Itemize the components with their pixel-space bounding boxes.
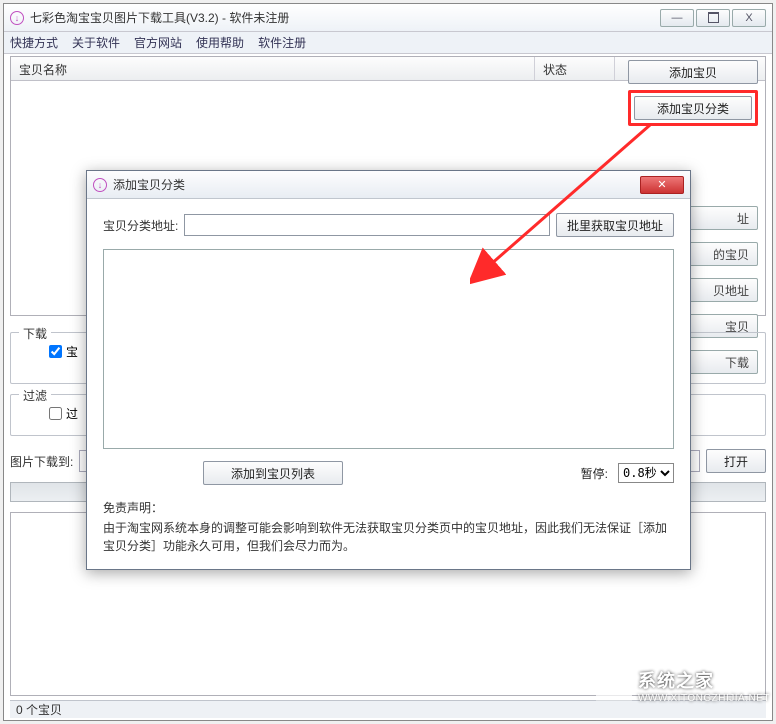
dialog-title: 添加宝贝分类 xyxy=(113,176,640,193)
url-label: 宝贝分类地址: xyxy=(103,217,178,234)
watermark-logo-icon xyxy=(596,671,632,701)
app-icon: ↓ xyxy=(10,11,24,25)
menu-shortcut[interactable]: 快捷方式 xyxy=(10,34,58,51)
sidebar-buttons: 添加宝贝 添加宝贝分类 xyxy=(628,60,758,126)
menu-register[interactable]: 软件注册 xyxy=(258,34,306,51)
dialog-icon: ↓ xyxy=(93,178,107,192)
watermark: 系统之家 WWW.XITONGZHIJIA.NET xyxy=(596,667,770,704)
dialog-close-button[interactable]: ✕ xyxy=(640,176,684,194)
add-to-list-button[interactable]: 添加到宝贝列表 xyxy=(203,461,343,485)
download-checkbox-input[interactable] xyxy=(49,345,62,358)
dialog-body: 宝贝分类地址: 批里获取宝贝地址 添加到宝贝列表 暂停: 0.8秒 免责声明： … xyxy=(87,199,690,569)
add-category-button[interactable]: 添加宝贝分类 xyxy=(634,96,752,120)
window-title: 七彩色淘宝宝贝图片下载工具(V3.2) - 软件未注册 xyxy=(30,9,660,26)
add-category-dialog: ↓ 添加宝贝分类 ✕ 宝贝分类地址: 批里获取宝贝地址 添加到宝贝列表 暂停: … xyxy=(86,170,691,570)
watermark-name: 系统之家 xyxy=(638,667,770,693)
pause-label: 暂停: xyxy=(581,465,608,482)
download-checkbox-label: 宝 xyxy=(66,343,78,360)
url-row: 宝贝分类地址: 批里获取宝贝地址 xyxy=(103,213,674,237)
action-row: 添加到宝贝列表 暂停: 0.8秒 xyxy=(103,461,674,485)
batch-fetch-button[interactable]: 批里获取宝贝地址 xyxy=(556,213,674,237)
disclaimer: 免责声明： 由于淘宝网系统本身的调整可能会影响到软件无法获取宝贝分类页中的宝贝地… xyxy=(103,499,674,555)
maximize-button[interactable] xyxy=(696,9,730,27)
open-button[interactable]: 打开 xyxy=(706,449,766,473)
titlebar: ↓ 七彩色淘宝宝贝图片下载工具(V3.2) - 软件未注册 — X xyxy=(4,4,772,32)
menu-about[interactable]: 关于软件 xyxy=(72,34,120,51)
menubar: 快捷方式 关于软件 官方网站 使用帮助 软件注册 xyxy=(4,32,772,54)
minimize-button[interactable]: — xyxy=(660,9,694,27)
result-list[interactable] xyxy=(103,249,674,449)
disclaimer-heading: 免责声明： xyxy=(103,499,674,517)
download-path-label: 图片下载到: xyxy=(10,453,73,470)
category-url-input[interactable] xyxy=(184,214,550,236)
highlight-annotation: 添加宝贝分类 xyxy=(628,90,758,126)
add-item-button[interactable]: 添加宝贝 xyxy=(628,60,758,84)
watermark-url: WWW.XITONGZHIJIA.NET xyxy=(638,693,770,704)
window-controls: — X xyxy=(660,9,766,27)
filter-checkbox-input[interactable] xyxy=(49,407,62,420)
watermark-text: 系统之家 WWW.XITONGZHIJIA.NET xyxy=(638,667,770,704)
col-name[interactable]: 宝贝名称 xyxy=(11,57,535,80)
menu-website[interactable]: 官方网站 xyxy=(134,34,182,51)
dialog-titlebar: ↓ 添加宝贝分类 ✕ xyxy=(87,171,690,199)
close-button[interactable]: X xyxy=(732,9,766,27)
download-legend: 下载 xyxy=(19,325,51,342)
filter-checkbox-label: 过 xyxy=(66,405,78,422)
filter-legend: 过滤 xyxy=(19,387,51,404)
menu-help[interactable]: 使用帮助 xyxy=(196,34,244,51)
pause-select[interactable]: 0.8秒 xyxy=(618,463,674,483)
status-text: 0 个宝贝 xyxy=(16,701,62,718)
disclaimer-body: 由于淘宝网系统本身的调整可能会影响到软件无法获取宝贝分类页中的宝贝地址，因此我们… xyxy=(103,521,667,553)
col-status[interactable]: 状态 xyxy=(535,57,615,80)
